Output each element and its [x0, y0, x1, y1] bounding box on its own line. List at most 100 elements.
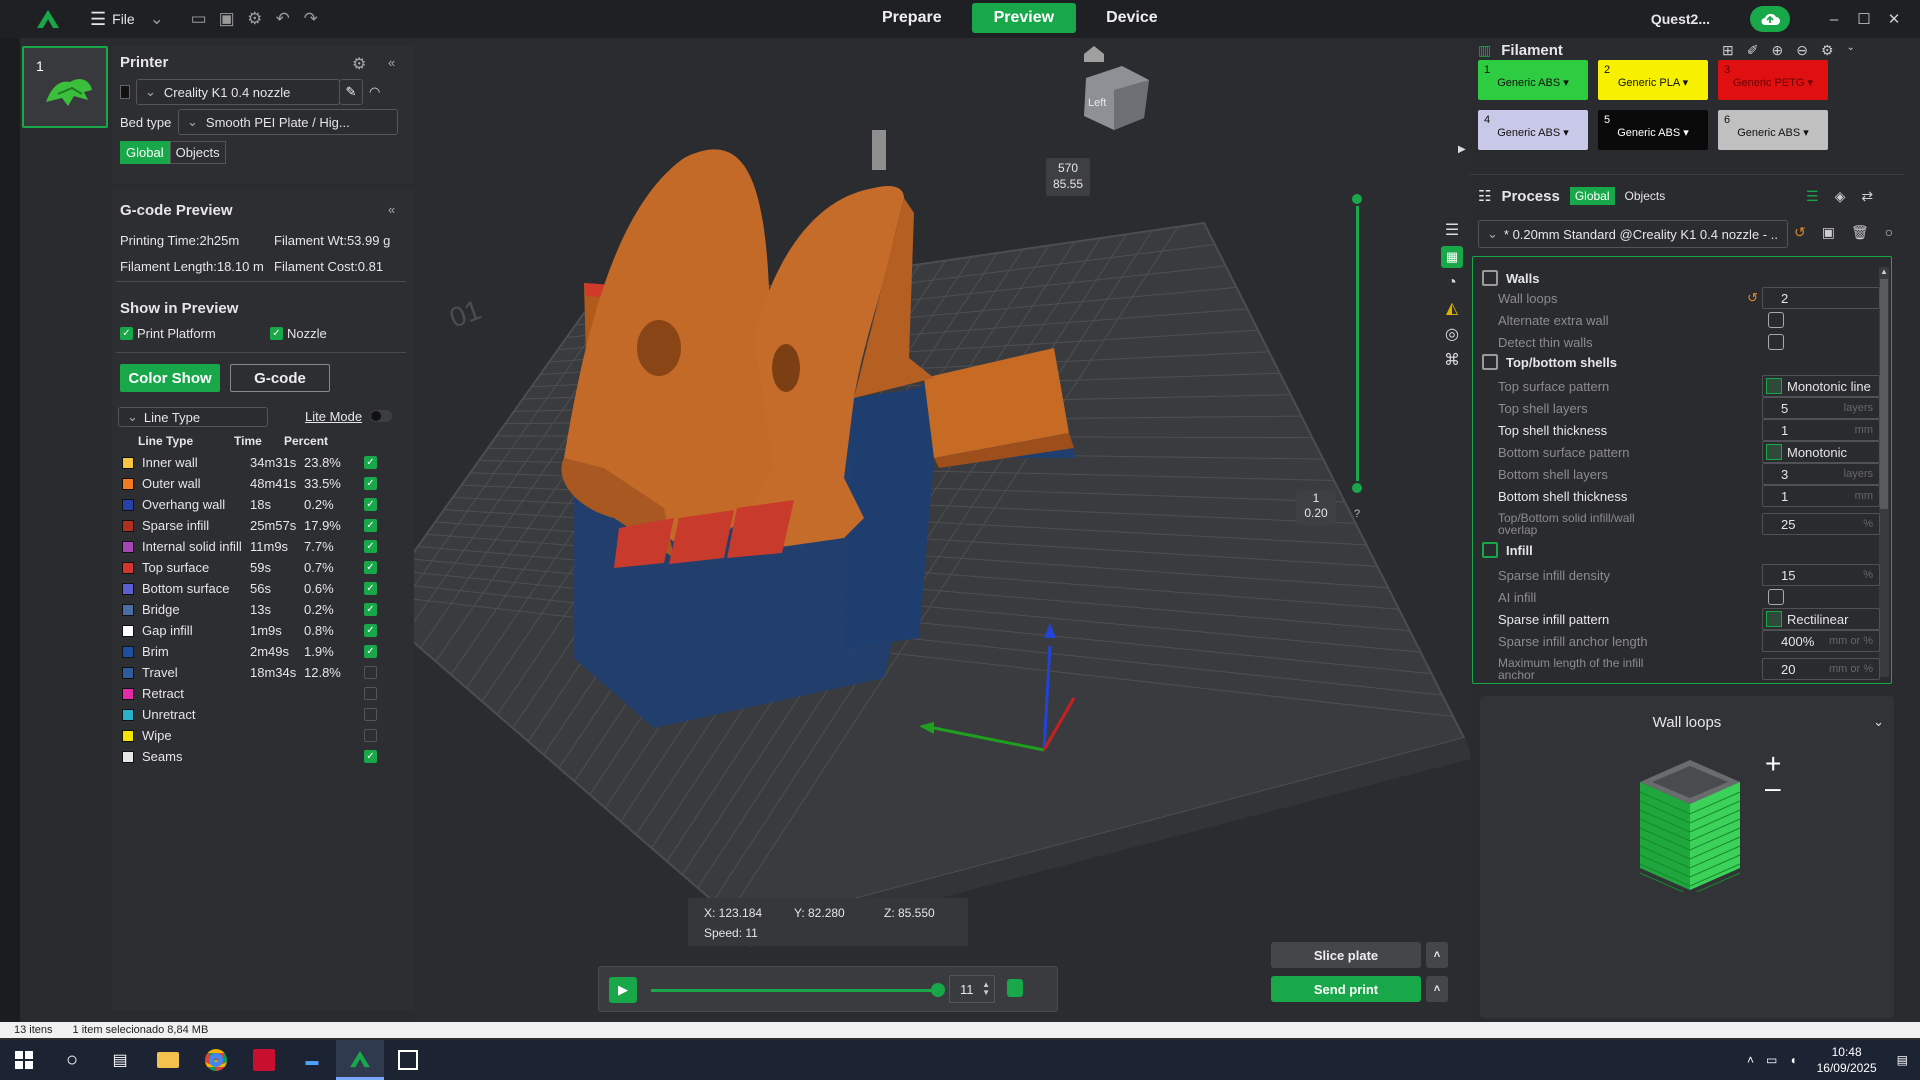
bed-type-select[interactable]: ⌄ Smooth PEI Plate / Hig...	[178, 109, 398, 135]
solidworks-icon[interactable]	[240, 1040, 288, 1080]
chart-icon[interactable]: ◭	[1446, 298, 1458, 318]
tab-prepare[interactable]: Prepare	[860, 3, 964, 33]
decrease-icon[interactable]: –	[1765, 772, 1781, 804]
sparse-pattern-select[interactable]: Rectilinear	[1762, 608, 1880, 630]
line-color-swatch[interactable]	[122, 582, 134, 595]
remove-filament-icon[interactable]: ⊖	[1796, 42, 1808, 59]
line-color-swatch[interactable]	[122, 708, 134, 721]
collapse-help-icon[interactable]: ⌄	[1873, 714, 1884, 730]
send-options-button[interactable]: ˄	[1426, 976, 1448, 1002]
slice-plate-button[interactable]: Slice plate	[1271, 942, 1421, 968]
plate-thumbnail[interactable]: 1	[22, 46, 108, 128]
printer-name-label[interactable]: Quest2...	[1651, 11, 1710, 27]
revert-icon[interactable]: ↺	[1794, 224, 1806, 241]
line-color-swatch[interactable]	[122, 561, 134, 574]
printer-select[interactable]: ⌄ Creality K1 0.4 nozzle	[136, 79, 340, 105]
slicer-app-icon[interactable]	[336, 1040, 384, 1080]
line-color-swatch[interactable]	[122, 687, 134, 700]
task-view-icon[interactable]: ▤	[96, 1040, 144, 1080]
line-color-swatch[interactable]	[122, 456, 134, 469]
bottom-shell-thickness-input[interactable]: 1 mm	[1762, 485, 1880, 507]
line-color-swatch[interactable]	[122, 624, 134, 637]
slice-options-button[interactable]: ˄	[1426, 942, 1448, 968]
line-type-visibility-checkbox[interactable]	[364, 729, 377, 742]
process-preset-select[interactable]: ⌄ * 0.20mm Standard @Creality K1 0.4 noz…	[1478, 220, 1788, 248]
process-scope-objects[interactable]: Objects	[1625, 189, 1666, 203]
target-icon[interactable]: ◎	[1445, 324, 1459, 344]
line-type-visibility-checkbox[interactable]: ✓	[364, 477, 377, 490]
filament-slot[interactable]: 5 Generic ABS ▾	[1598, 110, 1708, 150]
line-color-swatch[interactable]	[122, 750, 134, 763]
color-scheme-icon[interactable]: ▦	[1441, 246, 1463, 268]
line-type-visibility-checkbox[interactable]: ✓	[364, 561, 377, 574]
line-type-visibility-checkbox[interactable]: ✓	[364, 750, 377, 763]
redo-icon[interactable]: ↷	[297, 5, 325, 33]
line-color-swatch[interactable]	[122, 540, 134, 553]
line-type-visibility-checkbox[interactable]	[364, 708, 377, 721]
process-scope-global[interactable]: Global	[1569, 187, 1615, 205]
add-filament-icon[interactable]: ⊕	[1771, 42, 1783, 59]
filament-slot[interactable]: 6 Generic ABS ▾	[1718, 110, 1828, 150]
collapse-chevron-icon[interactable]: «	[388, 202, 395, 217]
tab-device[interactable]: Device	[1084, 3, 1180, 33]
undo-icon[interactable]: ↶	[269, 5, 297, 33]
filament-slot[interactable]: 4 Generic ABS ▾	[1478, 110, 1588, 150]
ai-infill-checkbox[interactable]	[1768, 589, 1784, 605]
line-type-visibility-checkbox[interactable]	[364, 666, 377, 679]
spin-arrows-icon[interactable]: ▲ ▼	[982, 981, 990, 997]
bottom-surface-pattern-select[interactable]: Monotonic	[1762, 441, 1880, 463]
shortcut-icon[interactable]: ⌘	[1444, 350, 1460, 370]
top-surface-pattern-select[interactable]: Monotonic line	[1762, 375, 1880, 397]
windows-start-icon[interactable]	[0, 1040, 48, 1080]
filament-settings-icon[interactable]: ⚙	[1821, 42, 1834, 59]
brush-icon[interactable]: ✐	[1747, 42, 1759, 59]
infill-wall-overlap-input[interactable]: 25%	[1762, 513, 1880, 535]
delete-preset-icon[interactable]: 🗑	[1851, 224, 1869, 241]
move-slider-handle[interactable]	[931, 983, 945, 997]
tab-preview[interactable]: Preview	[971, 3, 1077, 33]
filament-slot[interactable]: 3 Generic PETG ▾	[1718, 60, 1828, 100]
volume-icon[interactable]: ◖	[1789, 1053, 1796, 1067]
settings-gear-icon[interactable]: ⚙	[241, 5, 269, 33]
move-number-input[interactable]: 11 ▲ ▼	[949, 975, 995, 1003]
line-type-visibility-checkbox[interactable]: ✓	[364, 603, 377, 616]
line-type-visibility-checkbox[interactable]: ✓	[364, 624, 377, 637]
file-explorer-icon[interactable]	[144, 1040, 192, 1080]
dash-app-icon[interactable]: ▬	[288, 1040, 336, 1080]
chrome-icon[interactable]	[192, 1040, 240, 1080]
nozzle-checkbox[interactable]: ✓	[270, 327, 283, 340]
play-button[interactable]: ▶	[609, 977, 637, 1003]
line-color-swatch[interactable]	[122, 645, 134, 658]
line-type-visibility-checkbox[interactable]	[364, 687, 377, 700]
collapse-chevron-icon[interactable]: «	[388, 55, 395, 70]
minimize-icon[interactable]: –	[1820, 11, 1848, 28]
alternate-extra-wall-checkbox[interactable]	[1768, 312, 1784, 328]
line-color-swatch[interactable]	[122, 498, 134, 511]
advanced-toggle-icon[interactable]: ☰	[1806, 188, 1819, 205]
line-type-visibility-checkbox[interactable]: ✓	[364, 645, 377, 658]
max-anchor-input[interactable]: 20 mm or %	[1762, 658, 1880, 680]
close-icon[interactable]: ✕	[1880, 10, 1908, 28]
line-color-swatch[interactable]	[122, 477, 134, 490]
filament-grid-icon[interactable]: ⊞	[1722, 42, 1734, 59]
send-print-button[interactable]: Send print	[1271, 976, 1421, 1002]
edit-printer-icon[interactable]: ✎	[339, 79, 363, 105]
filament-slot[interactable]: 2 Generic PLA ▾	[1598, 60, 1708, 100]
collapse-icon[interactable]: ⌄	[1847, 42, 1855, 59]
cloud-upload-icon[interactable]	[1750, 6, 1790, 32]
compare-icon[interactable]: ◈	[1835, 188, 1846, 205]
scroll-thumb[interactable]	[1880, 279, 1888, 509]
layer-slider-top-handle[interactable]	[1350, 192, 1364, 206]
save-icon[interactable]: ▣	[213, 5, 241, 33]
top-shell-thickness-input[interactable]: 1 mm	[1762, 419, 1880, 441]
3d-viewport[interactable]: 01 Left 570 85.55 1 0.20 ? ☰ ▦ ◔ ◭ ◎ ⌘ ▶…	[414, 38, 1470, 1022]
home-view-icon[interactable]	[1084, 46, 1104, 62]
tray-chevron-icon[interactable]: ˄	[1747, 1053, 1754, 1067]
scope-global[interactable]: Global	[120, 141, 170, 164]
lite-mode-toggle[interactable]	[370, 410, 392, 422]
app-logo-icon[interactable]	[28, 0, 68, 38]
sparse-density-input[interactable]: 15%	[1762, 564, 1880, 586]
bottom-shell-layers-input[interactable]: 3 layers	[1762, 463, 1880, 485]
move-slider-track[interactable]	[651, 989, 937, 992]
speed-gauge-icon[interactable]: ◔	[1447, 274, 1457, 292]
